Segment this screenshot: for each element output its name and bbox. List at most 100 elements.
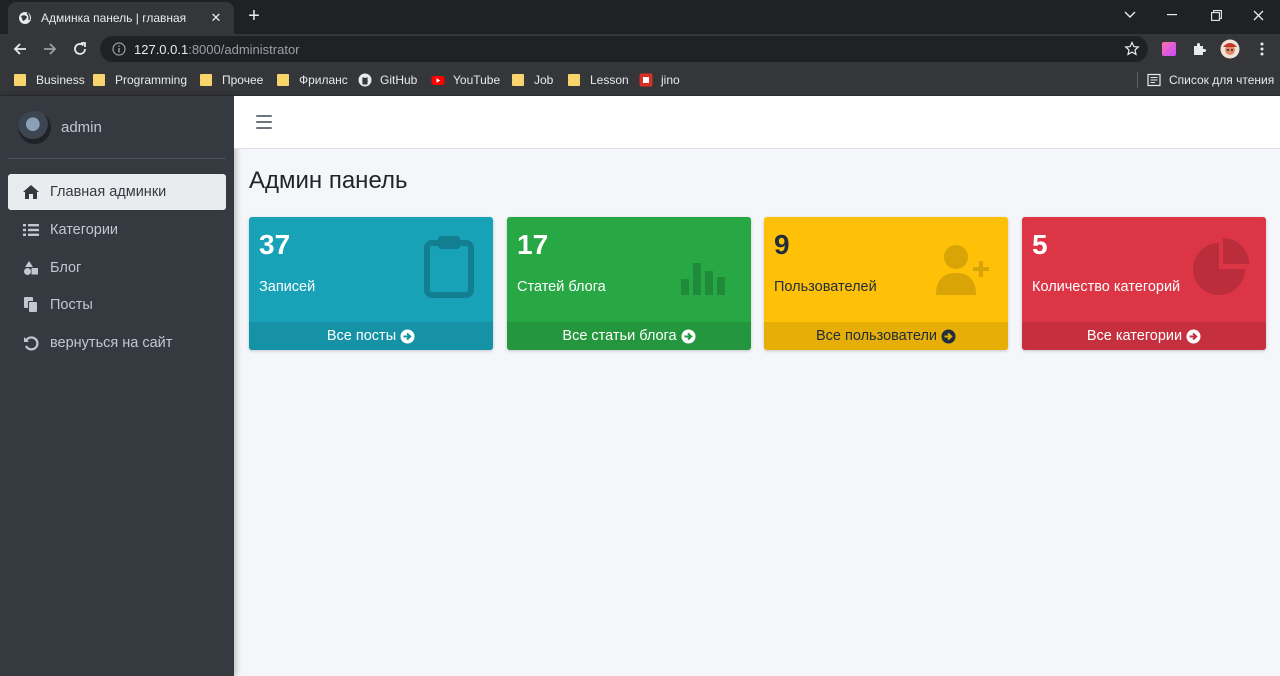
sidebar-item-back-to-site[interactable]: вернуться на сайт [8, 325, 226, 361]
close-window-button[interactable] [1236, 0, 1280, 30]
list-icon [22, 221, 40, 239]
arrow-circle-right-icon [1186, 329, 1201, 344]
sidebar-item-home[interactable]: Главная админки [8, 174, 226, 210]
folder-icon [200, 73, 214, 87]
url-text: 127.0.0.1:8000/administrator [134, 42, 300, 57]
bookmark-github[interactable]: GitHub [358, 72, 417, 88]
sidebar-item-label: Главная админки [50, 184, 167, 200]
back-button[interactable] [9, 38, 31, 60]
folder-icon [512, 73, 526, 87]
stat-footer-link[interactable]: Все категории [1022, 322, 1266, 350]
stat-link-label: Все категории [1086, 328, 1183, 344]
reload-button[interactable] [69, 38, 91, 60]
github-icon [358, 73, 372, 87]
bookmark-programming[interactable]: Programming [93, 72, 187, 88]
pie-chart-icon [1188, 233, 1254, 299]
sidebar-item-categories[interactable]: Категории [8, 212, 226, 248]
bookmark-youtube[interactable]: YouTube [431, 72, 500, 88]
browser-menu-icon[interactable] [1254, 41, 1270, 57]
copy-icon [22, 296, 40, 314]
extension-gradient-icon[interactable] [1161, 41, 1177, 57]
sidebar-item-posts[interactable]: Посты [8, 287, 226, 323]
stat-label: Статей блога [517, 279, 606, 295]
globe-icon [18, 11, 32, 25]
forward-button[interactable] [39, 38, 61, 60]
arrow-circle-right-icon [941, 329, 956, 344]
jino-icon [639, 73, 653, 87]
info-icon[interactable] [112, 42, 126, 56]
extensions-puzzle-icon[interactable] [1191, 41, 1207, 57]
bookmark-label: jino [661, 73, 680, 87]
bookmark-job[interactable]: Job [512, 72, 553, 88]
browser-toolbar: 127.0.0.1:8000/administrator [0, 34, 1280, 64]
bookmark-jino[interactable]: jino [639, 72, 680, 88]
bookmark-label: Прочее [222, 73, 264, 87]
stat-card-users: 9 Пользователей Все пользователи [764, 217, 1008, 350]
stat-card-blog: 17 Статей блога Все статьи блога [507, 217, 751, 350]
reading-list-button[interactable]: Список для чтения [1147, 72, 1274, 88]
bookmark-label: GitHub [380, 73, 418, 87]
stat-count: 9 [774, 229, 790, 260]
url-path: :8000/administrator [188, 41, 300, 57]
tab-search-icon[interactable] [1108, 0, 1152, 30]
bookmark-freelance[interactable]: Фриланс [277, 72, 348, 88]
sidebar-item-blog[interactable]: Блог [8, 250, 226, 286]
home-icon [22, 183, 40, 201]
restore-button[interactable] [1194, 0, 1238, 30]
browser-tab-strip: Админка панель | главная ✕ + [0, 0, 1280, 34]
stat-label: Пользователей [774, 279, 877, 295]
stat-footer-link[interactable]: Все пользователи [764, 322, 1008, 350]
bookmark-business[interactable]: Business [14, 72, 85, 88]
top-navbar [234, 96, 1280, 149]
bookmark-label: Programming [115, 73, 188, 87]
close-tab-icon[interactable]: ✕ [208, 10, 224, 26]
user-name: admin [61, 118, 102, 136]
bookmarks-bar: Business Programming Прочее Фриланс GitH… [0, 64, 1280, 96]
bookmarks-divider [1137, 72, 1138, 88]
menu-toggle-icon[interactable] [256, 115, 272, 129]
bookmark-label: Business [36, 73, 85, 87]
stat-count: 37 [259, 229, 291, 260]
user-plus-icon [930, 233, 996, 299]
sidebar-item-label: Категории [50, 222, 119, 238]
folder-icon [277, 73, 291, 87]
folder-icon [93, 73, 107, 87]
stat-label: Записей [259, 279, 316, 295]
bookmark-prochee[interactable]: Прочее [200, 72, 263, 88]
arrow-circle-right-icon [400, 329, 415, 344]
stat-footer-link[interactable]: Все статьи блога [507, 322, 751, 350]
folder-icon [14, 73, 28, 87]
admin-sidebar: admin Главная админки Категории Блог Пос… [0, 96, 234, 676]
reading-list-icon [1147, 73, 1161, 87]
stat-count: 17 [517, 229, 549, 260]
stat-count: 5 [1032, 229, 1048, 260]
bookmark-label: YouTube [453, 73, 501, 87]
reading-list-label: Список для чтения [1169, 73, 1275, 87]
browser-tab[interactable]: Админка панель | главная ✕ [8, 2, 234, 34]
arrow-circle-right-icon [681, 329, 696, 344]
stat-card-categories: 5 Количество категорий Все категории [1022, 217, 1266, 350]
minimize-button[interactable] [1150, 0, 1194, 30]
address-bar[interactable]: 127.0.0.1:8000/administrator [100, 36, 1148, 62]
shapes-icon [22, 259, 40, 277]
stat-link-label: Все статьи блога [562, 328, 677, 344]
sidebar-item-label: Посты [50, 297, 93, 313]
stat-link-label: Все посты [326, 328, 397, 344]
youtube-icon [431, 73, 445, 87]
user-panel[interactable]: admin [8, 96, 226, 159]
new-tab-button[interactable]: + [244, 6, 264, 26]
bookmark-label: Lesson [590, 73, 629, 87]
page-title: Админ панель [249, 167, 408, 194]
sidebar-item-label: вернуться на сайт [50, 335, 173, 351]
bookmark-lesson[interactable]: Lesson [568, 72, 629, 88]
url-host: 127.0.0.1 [134, 41, 189, 57]
stat-label: Количество категорий [1032, 279, 1181, 295]
tab-title: Админка панель | главная [41, 11, 187, 25]
stat-link-label: Все пользователи [815, 328, 938, 344]
stat-footer-link[interactable]: Все посты [249, 322, 493, 350]
bookmark-label: Job [534, 73, 554, 87]
bookmark-star-icon[interactable] [1124, 41, 1140, 57]
stat-card-posts: 37 Записей Все посты [249, 217, 493, 350]
sidebar-item-label: Блог [50, 260, 82, 276]
profile-avatar-icon[interactable] [1220, 39, 1240, 59]
